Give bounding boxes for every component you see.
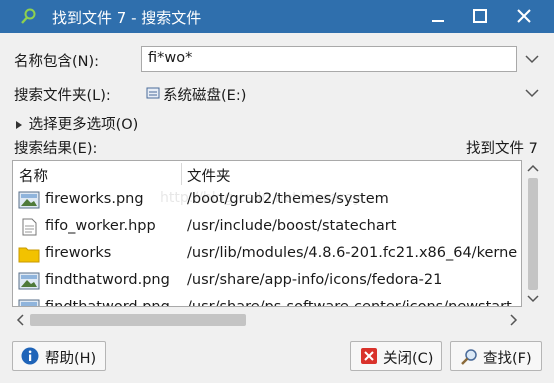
window-title: 找到文件 7 - 搜索文件 [52, 9, 202, 27]
file-path: /usr/include/boost/statechart [187, 218, 397, 234]
chevron-down-icon [525, 55, 539, 64]
folder-dropdown-button[interactable] [522, 83, 542, 103]
results-label: 搜索结果(E): [14, 141, 98, 157]
close-window-button[interactable] [504, 0, 544, 33]
find-label: 查找(F) [483, 351, 532, 367]
horizontal-scroll-thumb[interactable] [30, 314, 246, 326]
column-header: 名称 文件夹 [13, 161, 521, 187]
results-list[interactable]: 名称 文件夹 fireworks.png /boot/grub2/themes/… [12, 160, 522, 307]
drive-icon [146, 87, 160, 99]
file-path: /usr/lib/modules/4.8.6-201.fc21.x86_64/k… [187, 245, 518, 261]
scroll-up-icon[interactable] [526, 162, 540, 174]
close-button[interactable]: 关闭(C) [350, 341, 442, 371]
name-contains-input[interactable]: fi*wo* [141, 46, 517, 72]
close-red-icon [361, 348, 377, 364]
help-button[interactable]: 帮助(H) [12, 341, 106, 371]
image-file-icon [18, 272, 40, 290]
name-dropdown-button[interactable] [522, 49, 542, 69]
file-name: fireworks.png [45, 191, 144, 207]
column-folder[interactable]: 文件夹 [187, 165, 231, 186]
file-name: findthatword.png [45, 272, 170, 288]
image-file-icon [18, 191, 40, 209]
search-folder-value: 系统磁盘(E:) [163, 88, 247, 104]
text-file-icon [22, 218, 37, 236]
help-label: 帮助(H) [45, 351, 97, 367]
scroll-right-icon[interactable] [508, 313, 520, 327]
column-divider[interactable] [181, 163, 182, 185]
name-contains-value: fi*wo* [148, 50, 193, 66]
file-path: /usr/share/app-info/icons/fedora-21 [187, 272, 443, 288]
table-row[interactable]: findthatword.png /usr/share/ps-software-… [13, 295, 521, 307]
file-path: /usr/share/ps-software-center/icons/news… [187, 299, 512, 307]
scroll-left-icon[interactable] [14, 313, 26, 327]
more-options-expander[interactable]: 选择更多选项(O) [14, 113, 138, 134]
maximize-button[interactable] [460, 0, 500, 33]
maximize-icon [473, 9, 487, 23]
vertical-scroll-thumb[interactable] [528, 178, 538, 290]
minimize-button[interactable] [418, 0, 458, 33]
file-name: findthatword.png [45, 299, 170, 307]
file-name: fireworks [45, 245, 112, 261]
magnifier-icon [461, 349, 477, 365]
close-icon [517, 9, 531, 23]
table-row[interactable]: fifo_worker.hpp /usr/include/boost/state… [13, 214, 521, 241]
find-button[interactable]: 查找(F) [450, 341, 542, 371]
chevron-down-icon [525, 89, 539, 98]
caret-right-icon [16, 121, 22, 129]
close-label: 关闭(C) [383, 351, 434, 367]
horizontal-scrollbar[interactable] [12, 310, 524, 330]
search-folder-select[interactable]: 系统磁盘(E:) [141, 80, 545, 106]
info-icon [21, 347, 39, 365]
minimize-icon [432, 20, 444, 22]
search-app-icon [21, 8, 36, 24]
search-folder-label: 搜索文件夹(L): [14, 88, 111, 104]
column-name[interactable]: 名称 [19, 165, 48, 186]
folder-icon [18, 247, 40, 263]
file-name: fifo_worker.hpp [45, 218, 156, 234]
table-row[interactable]: findthatword.png /usr/share/app-info/ico… [13, 268, 521, 295]
image-file-icon [18, 299, 40, 306]
vertical-scrollbar[interactable] [522, 160, 544, 307]
watermark: http://blog.csdn.net/cjacarey [160, 190, 362, 206]
scroll-down-icon[interactable] [526, 293, 540, 305]
found-count: 找到文件 7 [466, 141, 538, 157]
title-bar: 找到文件 7 - 搜索文件 [0, 0, 554, 33]
name-contains-label: 名称包含(N): [14, 54, 100, 70]
more-options-label: 选择更多选项(O) [28, 117, 139, 133]
table-row[interactable]: fireworks /usr/lib/modules/4.8.6-201.fc2… [13, 241, 521, 268]
